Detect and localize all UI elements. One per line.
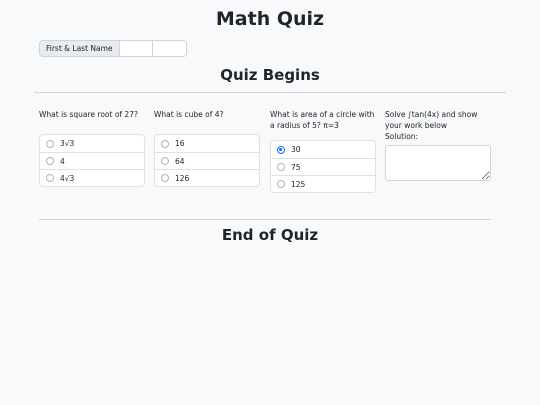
question-3: What is area of a circle with a radius o… <box>270 109 376 193</box>
name-label: First & Last Name <box>40 41 120 56</box>
option-label: 125 <box>291 179 306 189</box>
question-1-text: What is square root of 27? <box>39 110 138 119</box>
question-2: What is cube of 4? 16 64 126 <box>154 109 260 187</box>
radio-icon[interactable] <box>161 157 169 165</box>
radio-icon[interactable] <box>161 174 169 182</box>
radio-icon[interactable] <box>161 139 169 148</box>
option-label: 64 <box>175 156 185 166</box>
option-label: 126 <box>175 173 190 183</box>
question-2-option-1[interactable]: 16 <box>155 135 259 152</box>
radio-icon[interactable] <box>277 180 285 188</box>
question-4-text: Solve ∫tan(4x) and show your work below <box>385 110 478 130</box>
radio-icon[interactable] <box>46 139 54 148</box>
question-3-option-1[interactable]: 30 <box>271 141 375 158</box>
radio-icon[interactable] <box>46 157 54 165</box>
question-2-option-3[interactable]: 126 <box>155 169 259 186</box>
question-2-options: 16 64 126 <box>154 134 260 187</box>
radio-icon[interactable] <box>46 174 54 182</box>
bottom-divider <box>39 219 491 220</box>
quiz-page: Math Quiz First & Last Name Quiz Begins … <box>0 0 540 405</box>
end-of-quiz-heading: End of Quiz <box>221 226 319 244</box>
option-label: 4√3 <box>60 173 75 183</box>
question-2-text: What is cube of 4? <box>154 110 224 119</box>
question-3-option-2[interactable]: 75 <box>271 158 375 175</box>
solution-label: Solution: <box>385 132 419 141</box>
solution-textarea[interactable] <box>385 145 491 181</box>
question-1-option-2[interactable]: 4 <box>40 152 144 169</box>
option-label: 75 <box>291 162 301 172</box>
page-title: Math Quiz <box>215 8 325 30</box>
first-name-input[interactable] <box>119 41 153 56</box>
question-3-text: What is area of a circle with a radius o… <box>270 110 375 130</box>
option-label: 3√3 <box>60 139 75 148</box>
option-label: 4 <box>60 156 65 166</box>
question-1-option-1[interactable]: 3√3 <box>40 135 144 152</box>
top-divider <box>34 92 506 93</box>
question-1-option-3[interactable]: 4√3 <box>40 169 144 186</box>
option-label: 30 <box>291 145 301 154</box>
question-4: Solve ∫tan(4x) and show your work below … <box>385 109 491 181</box>
option-label: 16 <box>175 139 185 148</box>
last-name-input[interactable] <box>152 41 186 56</box>
radio-checked-icon[interactable] <box>277 145 285 154</box>
question-2-option-2[interactable]: 64 <box>155 152 259 169</box>
question-3-option-3[interactable]: 125 <box>271 175 375 192</box>
name-input-group: First & Last Name <box>39 40 187 57</box>
question-3-options: 30 75 125 <box>270 140 376 193</box>
question-1-options: 3√3 4 4√3 <box>39 134 145 187</box>
radio-icon[interactable] <box>277 163 285 171</box>
question-1: What is square root of 27? 3√3 4 4√3 <box>39 109 145 187</box>
quiz-begins-heading: Quiz Begins <box>220 66 320 84</box>
